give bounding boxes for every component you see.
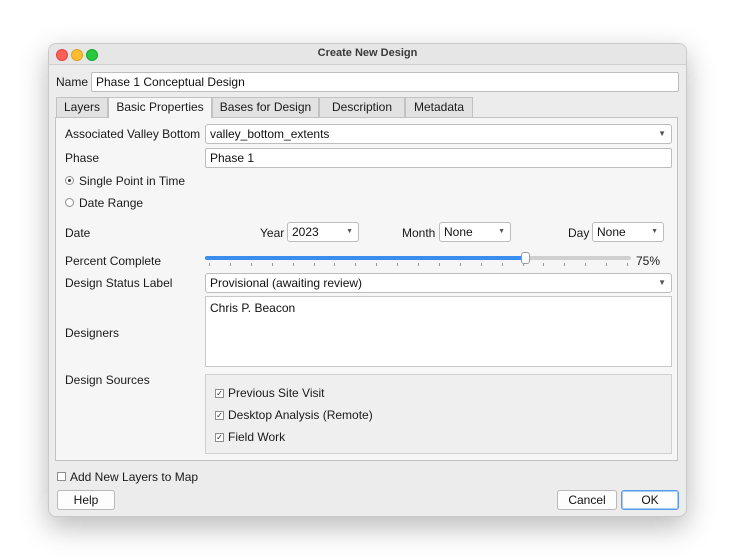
day-label: Day [568, 226, 590, 240]
tab-description[interactable]: Description [319, 97, 405, 117]
chevron-down-icon: ▼ [658, 129, 666, 138]
source-field-work: Field Work [228, 430, 286, 444]
help-button[interactable]: Help [57, 490, 115, 510]
add-layers-label: Add New Layers to Map [70, 470, 199, 484]
date-range-radio[interactable] [65, 198, 74, 207]
slider-tick [459, 263, 461, 266]
tab-bases-for-design[interactable]: Bases for Design [212, 97, 319, 117]
date-range-label: Date Range [79, 196, 144, 210]
tab-basic-properties[interactable]: Basic Properties [108, 97, 212, 118]
checkmark-icon[interactable]: ✓ [215, 433, 224, 442]
tab-metadata[interactable]: Metadata [405, 97, 473, 117]
slider-tick [229, 263, 231, 266]
month-label: Month [402, 226, 436, 240]
chevron-down-icon: ▼ [658, 278, 666, 287]
chevron-down-icon: ▼ [651, 228, 658, 235]
name-label: Name [56, 75, 89, 89]
slider-tick [418, 263, 419, 266]
slider-tick [250, 263, 252, 266]
designers-textarea[interactable]: Chris P. Beacon [205, 296, 672, 367]
slider-tick [209, 263, 210, 266]
slider-tick [355, 263, 357, 266]
slider-tick [292, 263, 294, 266]
valley-bottom-select[interactable]: valley_bottom_extents ▼ [205, 124, 672, 144]
create-new-design-dialog: Create New Design Name Phase 1 Conceptua… [48, 43, 687, 517]
single-point-label: Single Point in Time [79, 174, 186, 188]
window-title: Create New Design [317, 47, 418, 59]
slider-tick [606, 263, 608, 266]
slider-tick [522, 263, 524, 266]
valley-bottom-label: Associated Valley Bottom [65, 127, 201, 141]
design-sources-label: Design Sources [65, 373, 150, 387]
slider-tick [480, 263, 482, 266]
basic-properties-panel: Associated Valley Bottom valley_bottom_e… [55, 117, 678, 461]
year-label: Year [260, 226, 285, 240]
slider-tick [543, 263, 545, 266]
status-label: Design Status Label [65, 276, 173, 290]
tab-layers[interactable]: Layers [56, 97, 108, 117]
percent-complete-label: Percent Complete [65, 254, 162, 268]
slider-tick [564, 263, 566, 266]
ok-button[interactable]: OK [621, 490, 679, 510]
phase-input[interactable]: Phase 1 [205, 148, 672, 168]
status-select[interactable]: Provisional (awaiting review) ▼ [205, 273, 672, 293]
cancel-button[interactable]: Cancel [557, 490, 617, 510]
date-label: Date [65, 226, 91, 240]
design-sources-group: ✓ Previous Site Visit ✓ Desktop Analysis… [205, 374, 672, 454]
slider-tick [501, 263, 503, 266]
slider-tick [271, 263, 273, 266]
phase-label: Phase [65, 151, 100, 165]
single-point-radio[interactable] [65, 176, 74, 185]
slider-tick [627, 263, 628, 266]
designers-label: Designers [65, 326, 120, 340]
slider-tick [334, 263, 336, 266]
day-value: None [597, 225, 626, 239]
slider-tick [438, 263, 440, 266]
name-input[interactable]: Phase 1 Conceptual Design [91, 72, 679, 92]
year-value: 2023 [292, 225, 319, 239]
chevron-down-icon: ▼ [498, 228, 505, 235]
month-select[interactable]: None ▼ [439, 222, 511, 242]
checkmark-icon[interactable]: ✓ [215, 411, 224, 420]
slider-tick [397, 263, 399, 266]
chevron-down-icon: ▼ [346, 228, 353, 235]
add-layers-checkbox[interactable] [57, 472, 66, 481]
month-value: None [444, 225, 473, 239]
source-desktop-analysis: Desktop Analysis (Remote) [228, 408, 373, 422]
source-previous-site-visit: Previous Site Visit [228, 386, 325, 400]
slider-tick [585, 263, 587, 266]
percent-value: 75% [636, 254, 661, 268]
checkmark-icon[interactable]: ✓ [215, 389, 224, 398]
status-value: Provisional (awaiting review) [210, 276, 363, 290]
year-select[interactable]: 2023 ▼ [287, 222, 359, 242]
valley-bottom-value: valley_bottom_extents [210, 127, 330, 141]
slider-tick [376, 263, 378, 266]
title-bar: Create New Design [49, 44, 686, 65]
slider-tick [313, 263, 315, 266]
percent-slider-fill [205, 256, 525, 260]
day-select[interactable]: None ▼ [592, 222, 664, 242]
